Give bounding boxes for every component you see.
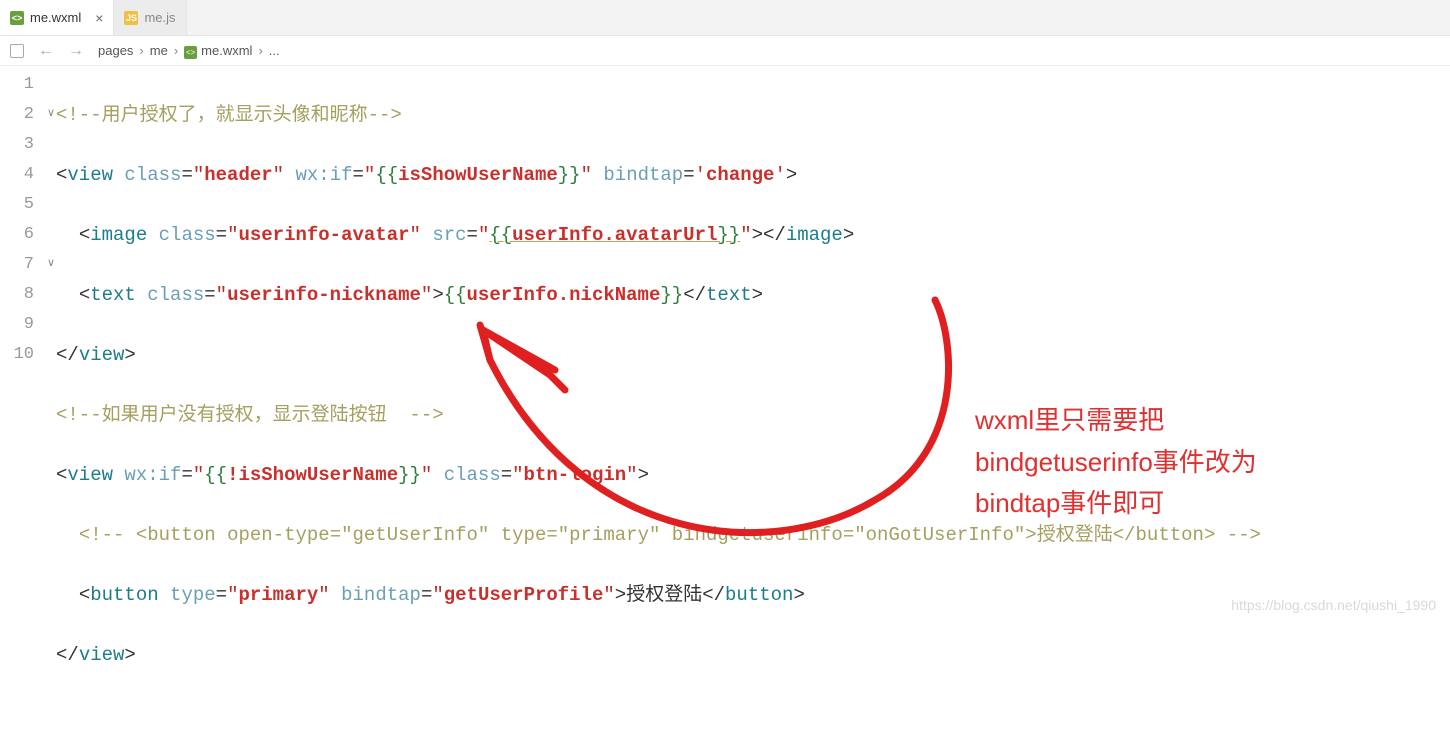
- chevron-right-icon: ›: [139, 43, 143, 58]
- crumb-more[interactable]: ...: [269, 43, 280, 58]
- line-number: 7: [0, 250, 34, 280]
- fold-icon[interactable]: ∨: [47, 256, 55, 270]
- line-gutter: 1 2 3 4 5 6 7 8 9 10: [0, 66, 56, 730]
- fold-icon[interactable]: ∨: [47, 106, 55, 120]
- nav-back-icon[interactable]: ←: [38, 42, 54, 60]
- close-icon[interactable]: ×: [95, 10, 103, 26]
- crumb-pages[interactable]: pages: [98, 43, 133, 58]
- annotation-text: wxml里只需要把 bindgetuserinfo事件改为 bindtap事件即…: [975, 400, 1257, 525]
- editor-tabs: <> me.wxml × JS me.js: [0, 0, 1450, 36]
- line-number: 1: [0, 70, 34, 100]
- editor-toolbar: ← → pages › me › <>me.wxml › ...: [0, 36, 1450, 66]
- code-line: </view>: [56, 640, 1450, 670]
- chevron-right-icon: ›: [258, 43, 262, 58]
- tab-me-wxml[interactable]: <> me.wxml ×: [0, 0, 114, 35]
- crumb-file[interactable]: <>me.wxml: [184, 43, 252, 59]
- split-editor-icon[interactable]: [10, 44, 24, 58]
- tab-label: me.js: [144, 10, 175, 25]
- line-number: 4: [0, 160, 34, 190]
- js-file-icon: JS: [124, 11, 138, 25]
- watermark: https://blog.csdn.net/qiushi_1990: [1231, 597, 1436, 613]
- code-line: <image class="userinfo-avatar" src="{{us…: [56, 220, 1450, 250]
- code-line: </view>: [56, 340, 1450, 370]
- breadcrumb: pages › me › <>me.wxml › ...: [98, 43, 280, 59]
- line-number: 6: [0, 220, 34, 250]
- code-line: <!--用户授权了，就显示头像和昵称-->: [56, 100, 1450, 130]
- tab-me-js[interactable]: JS me.js: [114, 0, 186, 35]
- line-number: 10: [0, 340, 34, 370]
- line-number: 2: [0, 100, 34, 130]
- line-number: 8: [0, 280, 34, 310]
- code-editor[interactable]: 1 2 3 4 5 6 7 8 9 10 ∨ ∨ <!--用户授权了，就显示头像…: [0, 66, 1450, 730]
- wxml-file-icon: <>: [10, 11, 24, 25]
- crumb-me[interactable]: me: [150, 43, 168, 58]
- code-line: <view class="header" wx:if="{{isShowUser…: [56, 160, 1450, 190]
- wxml-file-icon: <>: [184, 46, 197, 59]
- line-number: 5: [0, 190, 34, 220]
- tab-label: me.wxml: [30, 10, 81, 25]
- nav-forward-icon[interactable]: →: [68, 42, 84, 60]
- code-content[interactable]: <!--用户授权了，就显示头像和昵称--> <view class="heade…: [56, 66, 1450, 730]
- code-line: <text class="userinfo-nickname">{{userIn…: [56, 280, 1450, 310]
- line-number: 9: [0, 310, 34, 340]
- chevron-right-icon: ›: [174, 43, 178, 58]
- line-number: 3: [0, 130, 34, 160]
